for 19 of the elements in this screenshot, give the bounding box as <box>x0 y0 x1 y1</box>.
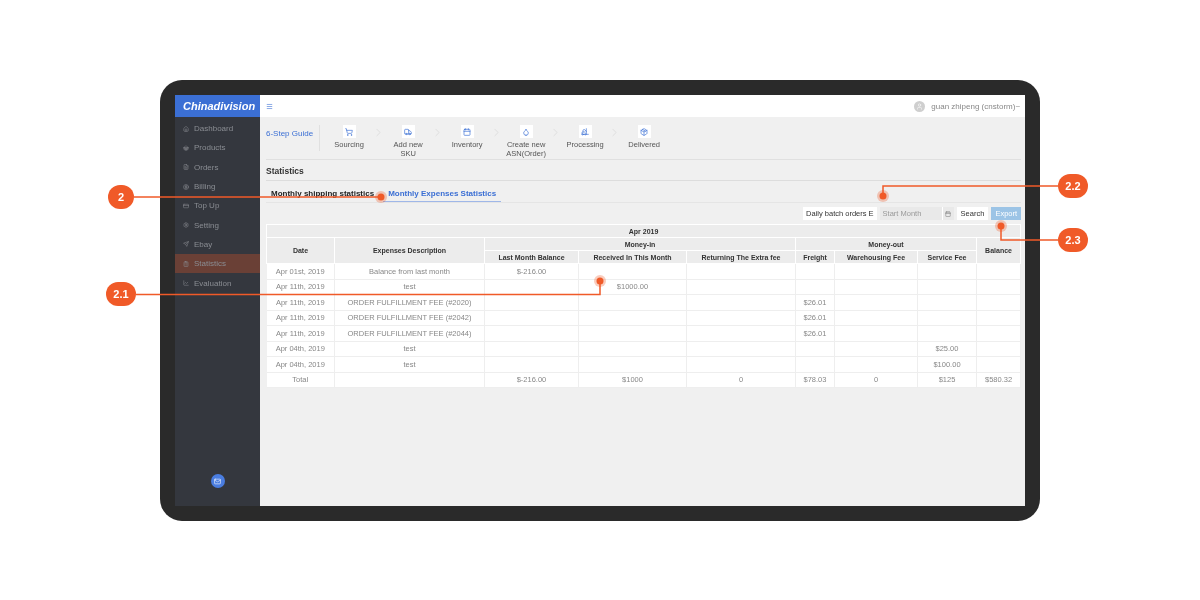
nav-item[interactable]: Top Up <box>175 196 260 216</box>
callout-badge: 2.1 <box>106 282 136 306</box>
tab[interactable]: Monthly shipping statistics <box>266 186 380 202</box>
callout-badge: 2 <box>108 185 134 209</box>
nav-item[interactable]: Evaluation <box>175 273 260 293</box>
user-name[interactable]: guan zhipeng (cnstorm)~ <box>931 101 1021 111</box>
callout-badge: 2.3 <box>1058 228 1088 252</box>
logo: Chinadivision <box>175 95 260 117</box>
callout-badge: 2.2 <box>1058 174 1088 198</box>
nav-item[interactable]: Statistics <box>175 254 260 274</box>
nav-item[interactable]: Orders <box>175 157 260 177</box>
nav-item[interactable]: Setting <box>175 215 260 235</box>
nav-item[interactable]: Dashboard <box>175 119 260 139</box>
nav-item[interactable]: Products <box>175 138 260 158</box>
tab[interactable]: Monthly Expenses Statistics <box>383 186 502 202</box>
guide-title: 6-Step Guide <box>266 125 321 151</box>
nav-item[interactable]: Ebay <box>175 234 260 255</box>
nav-item[interactable]: Billing <box>175 176 260 197</box>
page-title: Statistics <box>266 160 1022 181</box>
